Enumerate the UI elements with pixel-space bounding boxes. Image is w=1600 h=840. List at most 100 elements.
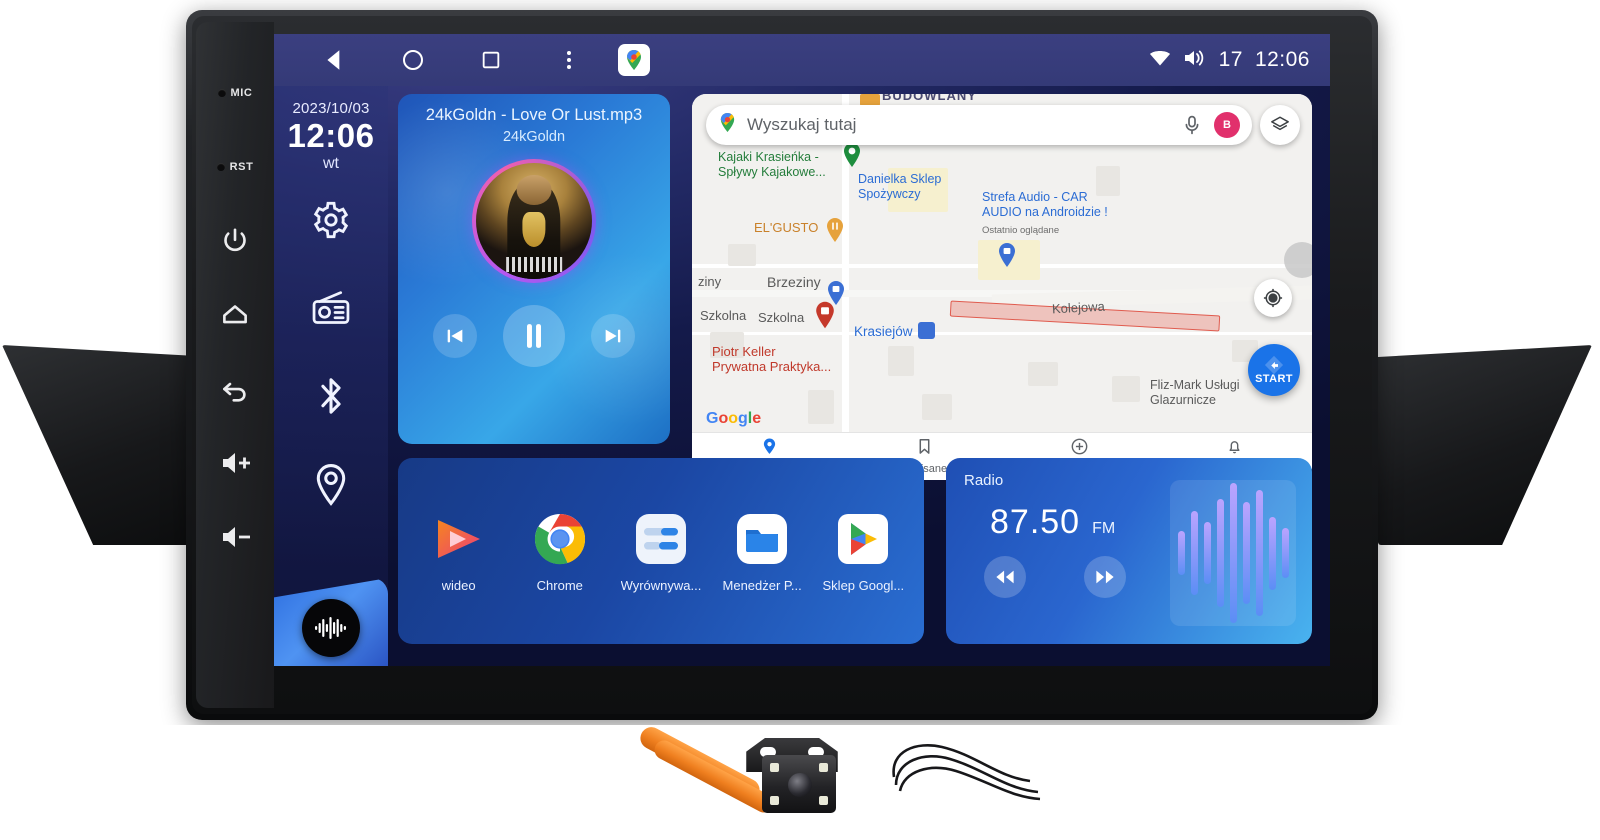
- mic-icon[interactable]: [1180, 113, 1204, 137]
- voice-assistant-tab[interactable]: [274, 578, 388, 666]
- app-label: Chrome: [536, 577, 583, 593]
- chrome-icon: [531, 510, 589, 568]
- map-pin-green[interactable]: [842, 142, 862, 168]
- back-button[interactable]: [196, 352, 274, 426]
- map-poi-label[interactable]: Strefa Audio - CAR AUDIO na Androidzie !: [982, 190, 1108, 220]
- android-system-bar: 17 12:06: [274, 34, 1330, 86]
- clock-date: 2023/10/03: [292, 100, 370, 117]
- app-label: Wyrównywa...: [620, 577, 702, 593]
- fast-forward-icon[interactable]: [1084, 556, 1126, 598]
- navigation-arrow-icon: [1264, 355, 1284, 375]
- reset-dot: [216, 163, 225, 171]
- map-poi-label[interactable]: EL'GUSTO: [754, 220, 818, 235]
- nav-back-icon[interactable]: [296, 34, 374, 86]
- equalizer-icon: [632, 510, 690, 568]
- map-search-bar[interactable]: Wyszukaj tutaj B: [706, 105, 1252, 145]
- reset-hole[interactable]: RST: [196, 130, 274, 204]
- layers-icon[interactable]: [1260, 105, 1300, 145]
- map-pin-blue[interactable]: [997, 242, 1017, 268]
- my-location-icon[interactable]: [1254, 279, 1292, 317]
- mounting-bracket-right: [1378, 345, 1592, 545]
- map-street-label: ziny: [698, 274, 722, 289]
- hardware-button-bezel: MIC RST: [196, 22, 274, 708]
- map-street-label: Brzeziny: [767, 274, 821, 290]
- bluetooth-icon[interactable]: [304, 369, 358, 423]
- map-poi-label[interactable]: Danielka Sklep Spożywczy: [858, 172, 941, 202]
- nav-home-icon[interactable]: [374, 34, 452, 86]
- start-navigation-button[interactable]: START: [1248, 344, 1300, 396]
- app-shortcut-equalizer[interactable]: Wyrównywa...: [613, 510, 709, 593]
- rewind-icon[interactable]: [984, 556, 1026, 598]
- mic-hole: MIC: [196, 56, 274, 130]
- radio-band: FM: [1092, 520, 1116, 537]
- music-player-widget[interactable]: 24kGoldn - Love Or Lust.mp3 24kGoldn: [398, 94, 670, 444]
- map-station-marker[interactable]: [918, 322, 935, 339]
- volume-down-button[interactable]: [196, 500, 274, 574]
- navigation-button-cluster: [296, 34, 650, 86]
- map-search-input[interactable]: Wyszukaj tutaj: [747, 115, 1170, 135]
- clock-weekday: wt: [323, 155, 339, 173]
- mic-dot: [217, 89, 226, 97]
- app-shortcut-file-manager[interactable]: Menedżer P...: [714, 510, 810, 593]
- left-dock: 2023/10/03 12:06 wt: [274, 86, 388, 666]
- skip-next-icon[interactable]: [591, 314, 635, 358]
- product-photo: MIC RST 17 12:06 2023/10/03 12:06 wt 24k…: [0, 0, 1600, 840]
- app-shortcut-chrome[interactable]: Chrome: [512, 510, 608, 593]
- skip-previous-icon[interactable]: [433, 314, 477, 358]
- pause-icon[interactable]: [503, 305, 565, 367]
- google-maps-widget[interactable]: BUDOWLANY ziny Brzeziny Szkolna Szkolna …: [692, 94, 1312, 480]
- map-road: [692, 332, 1312, 335]
- home-button[interactable]: [196, 278, 274, 352]
- avatar[interactable]: B: [1214, 112, 1240, 138]
- map-poi-label[interactable]: Piotr Keller Prywatna Praktyka...: [712, 344, 831, 375]
- pin-icon: [762, 438, 777, 460]
- power-button[interactable]: [196, 204, 274, 278]
- clock-widget[interactable]: 2023/10/03 12:06 wt: [274, 100, 388, 173]
- radio-frequency: 87.50: [990, 503, 1081, 541]
- location-pin-icon[interactable]: [304, 457, 358, 511]
- map-street-label: Szkolna: [758, 310, 805, 325]
- volume-level: 17: [1218, 48, 1243, 71]
- file-manager-icon: [733, 510, 791, 568]
- plus-circle-icon: [1071, 438, 1088, 460]
- nav-recents-icon[interactable]: [452, 34, 530, 86]
- app-shortcut-play-store[interactable]: Sklep Googl...: [815, 510, 911, 593]
- map-poi-label[interactable]: Fliz-Mark Usługi Glazurnicze: [1150, 378, 1240, 408]
- map-street-label: Szkolna: [700, 308, 747, 323]
- app-label: Menedżer P...: [722, 577, 802, 593]
- map-canvas[interactable]: BUDOWLANY ziny Brzeziny Szkolna Szkolna …: [692, 94, 1312, 480]
- map-street-label: Kolejowa: [1051, 298, 1106, 317]
- map-poi-sublabel: Ostatnio oglądane: [982, 225, 1060, 236]
- map-poi-label[interactable]: Krasiejów: [854, 324, 913, 340]
- nav-overflow-icon[interactable]: [530, 34, 608, 86]
- mic-label: MIC: [230, 87, 253, 99]
- album-art: [472, 159, 596, 283]
- app-shortcuts-widget: wideo Chrome Wyrównywa... Menedżer P... …: [398, 458, 924, 644]
- bell-icon: [1227, 438, 1242, 460]
- radio-visualizer: [1170, 480, 1296, 626]
- clock-time: 12:06: [287, 117, 375, 154]
- reset-label: RST: [229, 161, 254, 173]
- volume-up-button[interactable]: [196, 426, 274, 500]
- google-maps-icon[interactable]: [618, 44, 650, 76]
- touchscreen[interactable]: 17 12:06 2023/10/03 12:06 wt 24kGoldn - …: [274, 34, 1330, 666]
- status-clock: 12:06: [1254, 48, 1310, 71]
- playback-controls: [398, 305, 670, 367]
- google-maps-icon: [718, 112, 737, 138]
- radio-icon[interactable]: [304, 281, 358, 335]
- play-store-icon: [834, 510, 892, 568]
- track-artist: 24kGoldn: [502, 129, 566, 145]
- map-pin-red[interactable]: [814, 300, 836, 330]
- map-drag-handle[interactable]: [1284, 242, 1312, 278]
- google-logo: Google: [706, 410, 762, 427]
- voice-waveform-icon[interactable]: [302, 599, 360, 657]
- gear-icon[interactable]: [304, 193, 358, 247]
- map-pin-orange[interactable]: [825, 217, 845, 243]
- app-shortcut-wideo[interactable]: wideo: [411, 510, 507, 593]
- app-label: wideo: [441, 577, 476, 593]
- video-player-icon: [430, 510, 488, 568]
- mounting-bracket-left: [2, 345, 214, 545]
- radio-widget[interactable]: Radio 87.50 FM: [946, 458, 1312, 644]
- track-title: 24kGoldn - Love Or Lust.mp3: [425, 106, 643, 124]
- map-poi-label[interactable]: Kajaki Krasieńka - Spływy Kajakowe...: [718, 150, 826, 180]
